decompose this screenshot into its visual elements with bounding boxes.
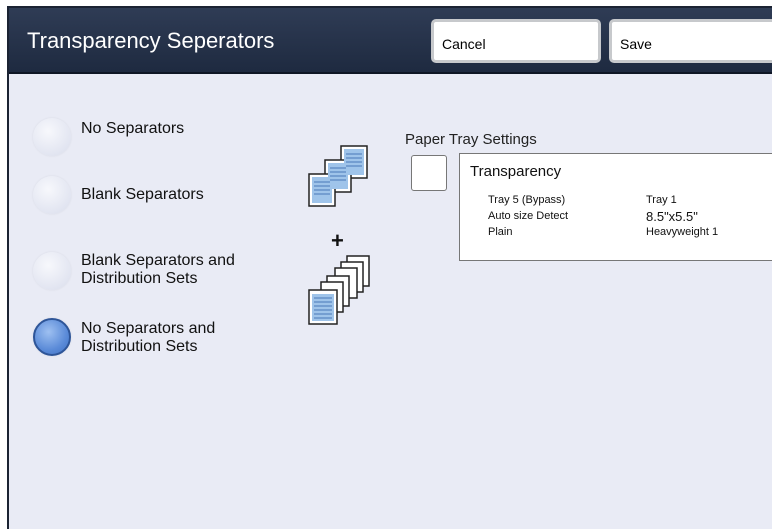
option-label-line-1: No Separators and	[81, 320, 216, 337]
radio-button[interactable]	[33, 176, 71, 214]
tray-row-label: Plain	[488, 226, 513, 238]
paper-tray-info-box[interactable]: Transparency Tray 5 (Bypass) Tray 1 Auto…	[459, 153, 772, 261]
separator-illustration: +	[303, 144, 373, 328]
plus-sign: +	[331, 228, 344, 253]
tray-paper-type: Transparency	[470, 163, 562, 180]
radio-button[interactable]	[33, 252, 71, 290]
radio-button-selected[interactable]	[33, 318, 71, 356]
tray-row-value: 8.5"x5.5"	[646, 209, 698, 224]
option-label-line-1: Blank Separators and	[81, 252, 235, 269]
tray-row-value: Heavyweight 1	[646, 226, 719, 238]
paper-tray-select-button[interactable]	[411, 155, 447, 191]
stacked-documents-icon: +	[308, 145, 370, 325]
option-label: Blank Separators	[81, 186, 204, 203]
option-label-line-2: Distribution Sets	[81, 338, 198, 355]
save-button[interactable]: Save	[609, 19, 772, 63]
page-title: Transparency Seperators	[27, 28, 275, 53]
option-label: No Separators	[81, 120, 185, 137]
header-bar: Transparency Seperators Cancel Save	[9, 8, 772, 74]
paper-tray-settings-label: Paper Tray Settings	[405, 131, 537, 148]
tray-row-label: Tray 5 (Bypass)	[488, 194, 566, 206]
tray-row-label: Auto size Detect	[488, 210, 569, 222]
tray-row-value: Tray 1	[646, 194, 677, 206]
cancel-button[interactable]: Cancel	[431, 19, 601, 63]
dialog-frame: Transparency Seperators Cancel Save No S…	[7, 6, 772, 529]
option-label-line-2: Distribution Sets	[81, 270, 198, 287]
radio-button[interactable]	[33, 118, 71, 156]
